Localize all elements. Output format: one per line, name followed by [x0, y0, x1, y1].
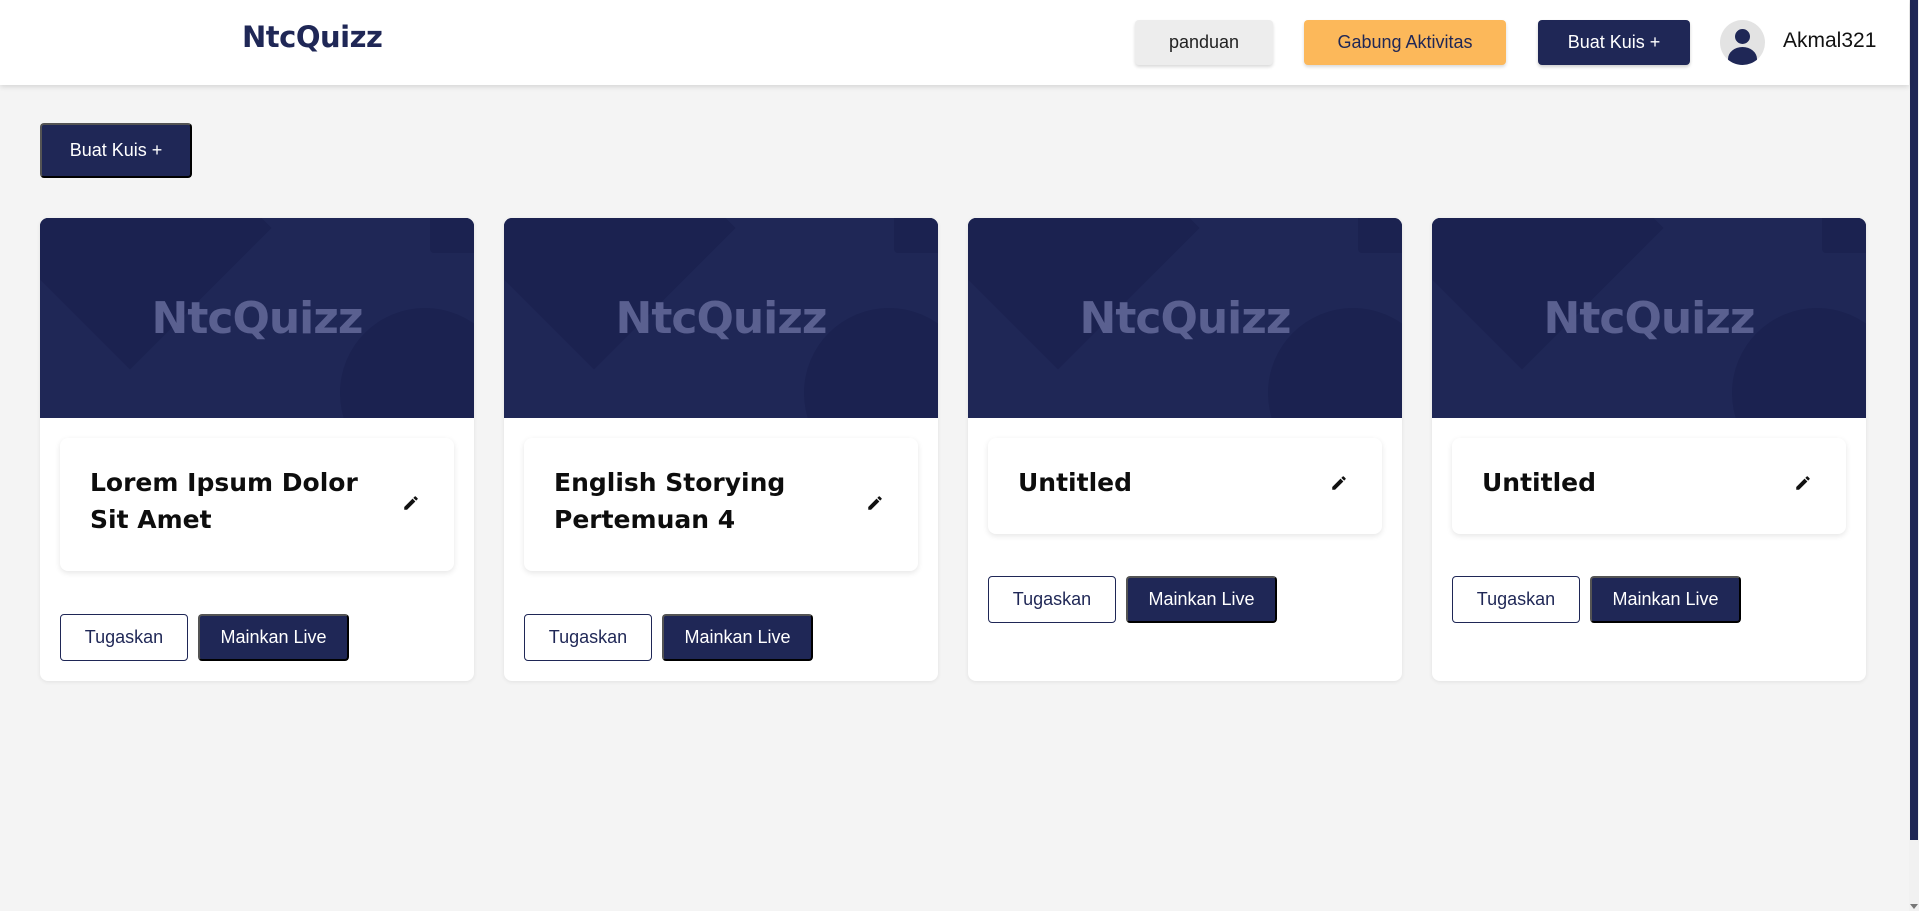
quiz-title: English Storying Pertemuan 4 [554, 468, 786, 534]
play-live-button[interactable]: Mainkan Live [1590, 576, 1741, 623]
quiz-title-box: English Storying Pertemuan 4 [524, 438, 918, 571]
scroll-down-arrow-icon[interactable] [1910, 904, 1918, 909]
quiz-card-banner: NtcQuizz [1432, 218, 1866, 418]
quiz-card-actions: Tugaskan Mainkan Live [524, 614, 813, 661]
play-live-button[interactable]: Mainkan Live [662, 614, 813, 661]
play-live-button[interactable]: Mainkan Live [1126, 576, 1277, 623]
pencil-icon[interactable] [402, 494, 420, 512]
quiz-card-banner: NtcQuizz [968, 218, 1402, 418]
pencil-icon[interactable] [1794, 474, 1812, 492]
banner-logo-text: NtcQuizz [615, 292, 828, 344]
guide-button[interactable]: panduan [1135, 20, 1273, 65]
assign-button[interactable]: Tugaskan [1452, 576, 1580, 623]
banner-logo-text: NtcQuizz [151, 292, 364, 344]
logo[interactable]: NtcQuizz [242, 20, 383, 54]
username[interactable]: Akmal321 [1783, 29, 1876, 53]
pencil-icon[interactable] [1330, 474, 1348, 492]
banner-logo-text: NtcQuizz [1543, 292, 1756, 344]
create-quiz-button[interactable]: Buat Kuis + [40, 123, 192, 178]
quiz-card-actions: Tugaskan Mainkan Live [988, 576, 1277, 623]
avatar-head [1735, 29, 1750, 44]
quiz-card-banner: NtcQuizz [40, 218, 474, 418]
quiz-title: Lorem Ipsum Dolor Sit Amet [90, 468, 358, 534]
quiz-card[interactable]: NtcQuizz Untitled Tugaskan Mainkan Live [1432, 218, 1866, 681]
quiz-card-actions: Tugaskan Mainkan Live [1452, 576, 1741, 623]
quiz-card-actions: Tugaskan Mainkan Live [60, 614, 349, 661]
pencil-icon[interactable] [866, 494, 884, 512]
assign-button[interactable]: Tugaskan [524, 614, 652, 661]
quiz-title-box: Lorem Ipsum Dolor Sit Amet [60, 438, 454, 571]
quiz-card[interactable]: NtcQuizz Untitled Tugaskan Mainkan Live [968, 218, 1402, 681]
scrollbar-thumb[interactable] [1910, 0, 1918, 840]
user-avatar-icon[interactable] [1720, 20, 1765, 65]
banner-logo-text: NtcQuizz [1079, 292, 1292, 344]
join-activity-button[interactable]: Gabung Aktivitas [1304, 20, 1506, 65]
vertical-scrollbar[interactable] [1909, 0, 1919, 911]
assign-button[interactable]: Tugaskan [988, 576, 1116, 623]
quiz-title-box: Untitled [988, 438, 1382, 534]
quiz-card-banner: NtcQuizz [504, 218, 938, 418]
create-quiz-nav-button[interactable]: Buat Kuis + [1538, 20, 1690, 65]
assign-button[interactable]: Tugaskan [60, 614, 188, 661]
navbar: NtcQuizz panduan Gabung Aktivitas Buat K… [0, 0, 1909, 85]
play-live-button[interactable]: Mainkan Live [198, 614, 349, 661]
quiz-title-box: Untitled [1452, 438, 1846, 534]
quiz-card[interactable]: NtcQuizz Lorem Ipsum Dolor Sit Amet Tuga… [40, 218, 474, 681]
avatar-body [1728, 47, 1757, 65]
quiz-card[interactable]: NtcQuizz English Storying Pertemuan 4 Tu… [504, 218, 938, 681]
quiz-title: Untitled [1482, 468, 1596, 497]
quiz-title: Untitled [1018, 468, 1132, 497]
